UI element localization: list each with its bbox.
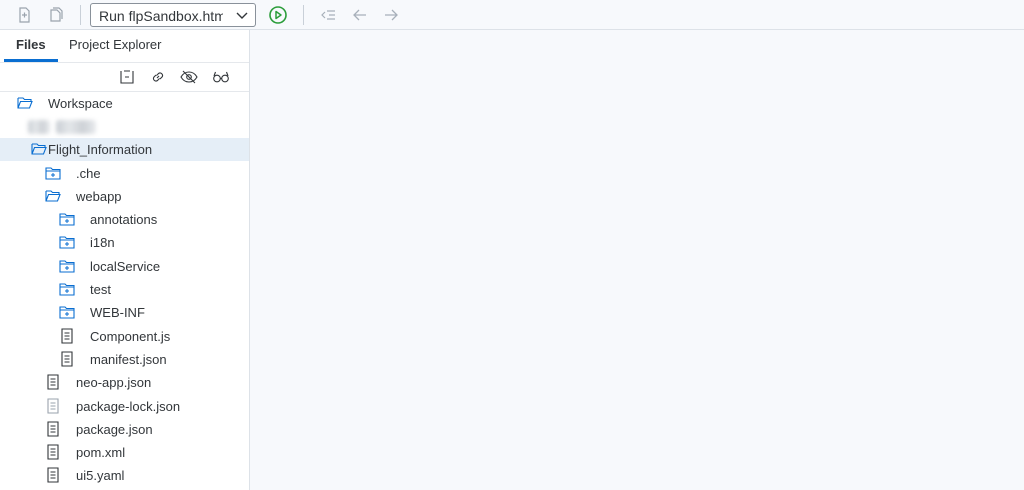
editor-area[interactable] — [250, 30, 1024, 490]
tree-item-redacted[interactable] — [0, 115, 249, 138]
file-icon — [45, 467, 61, 483]
tree-item-label: neo-app.json — [76, 375, 152, 390]
new-folder-icon[interactable] — [46, 5, 66, 25]
tree-item-label: Flight_Information — [48, 142, 153, 157]
folder-closed-icon — [59, 211, 75, 227]
tree-item-webapp[interactable]: webapp — [0, 185, 249, 208]
tree-item-package-json[interactable]: package.json — [0, 418, 249, 441]
tree-item-label: package.json — [76, 422, 153, 437]
file-icon — [59, 351, 75, 367]
file-icon — [59, 328, 75, 344]
tree-item-label: localService — [90, 259, 161, 274]
collapse-all-icon[interactable] — [118, 68, 136, 86]
redacted-block — [28, 120, 50, 134]
tree-item-label: test — [90, 282, 111, 297]
tree-item-annotations[interactable]: annotations — [0, 208, 249, 231]
tree-item-label: WEB-INF — [90, 305, 145, 320]
indent-icon[interactable] — [318, 5, 338, 25]
tree-item-flight-information[interactable]: Flight_Information — [0, 138, 249, 161]
folder-closed-icon — [59, 304, 75, 320]
tree-item-label: Component.js — [90, 329, 171, 344]
folder-open-icon — [17, 95, 33, 111]
tree-item-label: i18n — [90, 235, 115, 250]
file-icon — [45, 398, 61, 414]
tab-files[interactable]: Files — [16, 37, 46, 52]
tree-item-label: package-lock.json — [76, 399, 181, 414]
tree-item-i18n[interactable]: i18n — [0, 231, 249, 254]
folder-closed-icon — [59, 258, 75, 274]
forward-icon[interactable] — [381, 5, 401, 25]
tree-item-label: manifest.json — [90, 352, 167, 367]
active-tab-indicator — [4, 59, 58, 62]
tree-item-che[interactable]: .che — [0, 162, 249, 185]
tree-item-web-inf[interactable]: WEB-INF — [0, 301, 249, 324]
tree-item-pom-xml[interactable]: pom.xml — [0, 441, 249, 464]
tree-item-workspace[interactable]: Workspace — [0, 92, 249, 115]
toolbar-separator — [80, 5, 81, 25]
tree-item-ui5-yaml[interactable]: ui5.yaml — [0, 464, 249, 487]
folder-closed-icon — [45, 165, 61, 181]
file-icon — [45, 374, 61, 390]
new-file-icon[interactable] — [14, 5, 34, 25]
tree-item-label: annotations — [90, 212, 158, 227]
toolbar-separator — [303, 5, 304, 25]
tree-item-label: Workspace — [48, 96, 113, 111]
glasses-icon[interactable] — [212, 68, 230, 86]
tree-item-label: .che — [76, 166, 101, 181]
back-icon[interactable] — [350, 5, 370, 25]
files-panel: Files Project Explorer Workspace Flight_… — [0, 30, 250, 490]
folder-open-icon — [45, 188, 61, 204]
tree-item-neo-app-json[interactable]: neo-app.json — [0, 371, 249, 394]
panel-tabs: Files Project Explorer — [0, 30, 249, 63]
tree-item-label: pom.xml — [76, 445, 126, 460]
link-icon[interactable] — [149, 68, 167, 86]
tree-item-manifest-json[interactable]: manifest.json — [0, 348, 249, 371]
file-icon — [45, 421, 61, 437]
tree-item-localservice[interactable]: localService — [0, 255, 249, 278]
tree-item-package-lock-json[interactable]: package-lock.json — [0, 395, 249, 418]
redacted-block — [56, 120, 96, 134]
folder-open-icon — [31, 141, 47, 157]
tree-item-label: ui5.yaml — [76, 468, 125, 483]
run-configuration-select[interactable]: Run flpSandbox.html — [90, 3, 256, 27]
tree-item-test[interactable]: test — [0, 278, 249, 301]
run-icon[interactable] — [268, 5, 288, 25]
run-configuration-label: Run flpSandbox.html — [99, 8, 223, 24]
hide-icon[interactable] — [180, 68, 198, 86]
tree-item-label: webapp — [76, 189, 122, 204]
tree-actions — [0, 63, 249, 92]
file-icon — [45, 444, 61, 460]
top-toolbar: Run flpSandbox.html — [0, 0, 1024, 30]
tree-item-component-js[interactable]: Component.js — [0, 325, 249, 348]
chevron-down-icon — [235, 8, 249, 22]
tab-project-explorer[interactable]: Project Explorer — [69, 37, 161, 52]
folder-closed-icon — [59, 234, 75, 250]
folder-closed-icon — [59, 281, 75, 297]
